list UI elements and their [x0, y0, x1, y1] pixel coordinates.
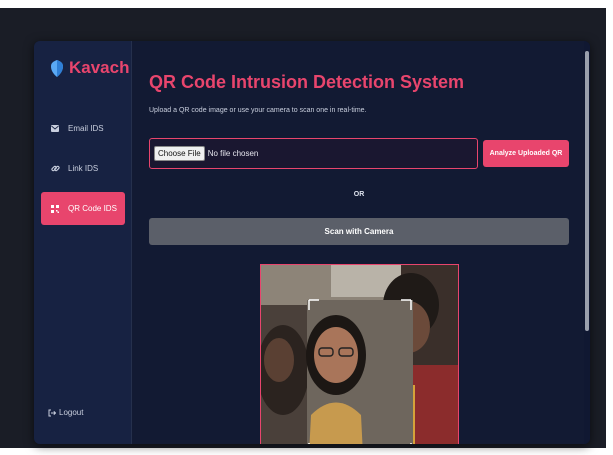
sidebar-item-qr-code-ids[interactable]: QR Code IDS	[41, 192, 125, 225]
camera-feed	[260, 264, 459, 444]
sidebar-item-label: QR Code IDS	[68, 204, 117, 213]
analyze-uploaded-qr-button[interactable]: Analyze Uploaded QR	[483, 140, 569, 167]
sidebar-item-label: Link IDS	[68, 164, 99, 173]
file-status-text: No file chosen	[207, 149, 259, 158]
qrcode-icon	[50, 204, 60, 214]
sidebar-item-link-ids[interactable]: Link IDS	[41, 152, 125, 185]
logout-label: Logout	[59, 408, 84, 417]
envelope-icon	[50, 124, 60, 134]
camera-frame-image	[261, 265, 458, 444]
shield-logo-icon	[51, 59, 63, 77]
logout-icon	[48, 409, 56, 417]
link-icon	[50, 164, 60, 174]
sidebar: Kavach Email IDS Link IDS QR Code IDS Lo…	[34, 41, 132, 444]
sidebar-item-label: Email IDS	[68, 124, 104, 133]
brand: Kavach	[51, 58, 129, 78]
brand-name: Kavach	[69, 58, 130, 77]
app-window: Kavach Email IDS Link IDS QR Code IDS Lo…	[34, 41, 590, 444]
sidebar-item-email-ids[interactable]: Email IDS	[41, 112, 125, 145]
page-subtitle: Upload a QR code image or use your camer…	[149, 107, 367, 114]
choose-file-button[interactable]: Choose File	[154, 146, 205, 161]
desktop-background: Kavach Email IDS Link IDS QR Code IDS Lo…	[0, 8, 606, 448]
scan-with-camera-button[interactable]: Scan with Camera	[149, 218, 569, 245]
file-upload-field[interactable]: Choose File No file chosen	[149, 138, 478, 169]
or-divider: OR	[353, 191, 365, 198]
logout-link[interactable]: Logout	[48, 408, 83, 417]
main-content: QR Code Intrusion Detection System Uploa…	[133, 41, 590, 444]
scrollbar-thumb[interactable]	[585, 51, 589, 331]
page-title: QR Code Intrusion Detection System	[149, 72, 465, 92]
scrollbar[interactable]	[584, 41, 590, 444]
